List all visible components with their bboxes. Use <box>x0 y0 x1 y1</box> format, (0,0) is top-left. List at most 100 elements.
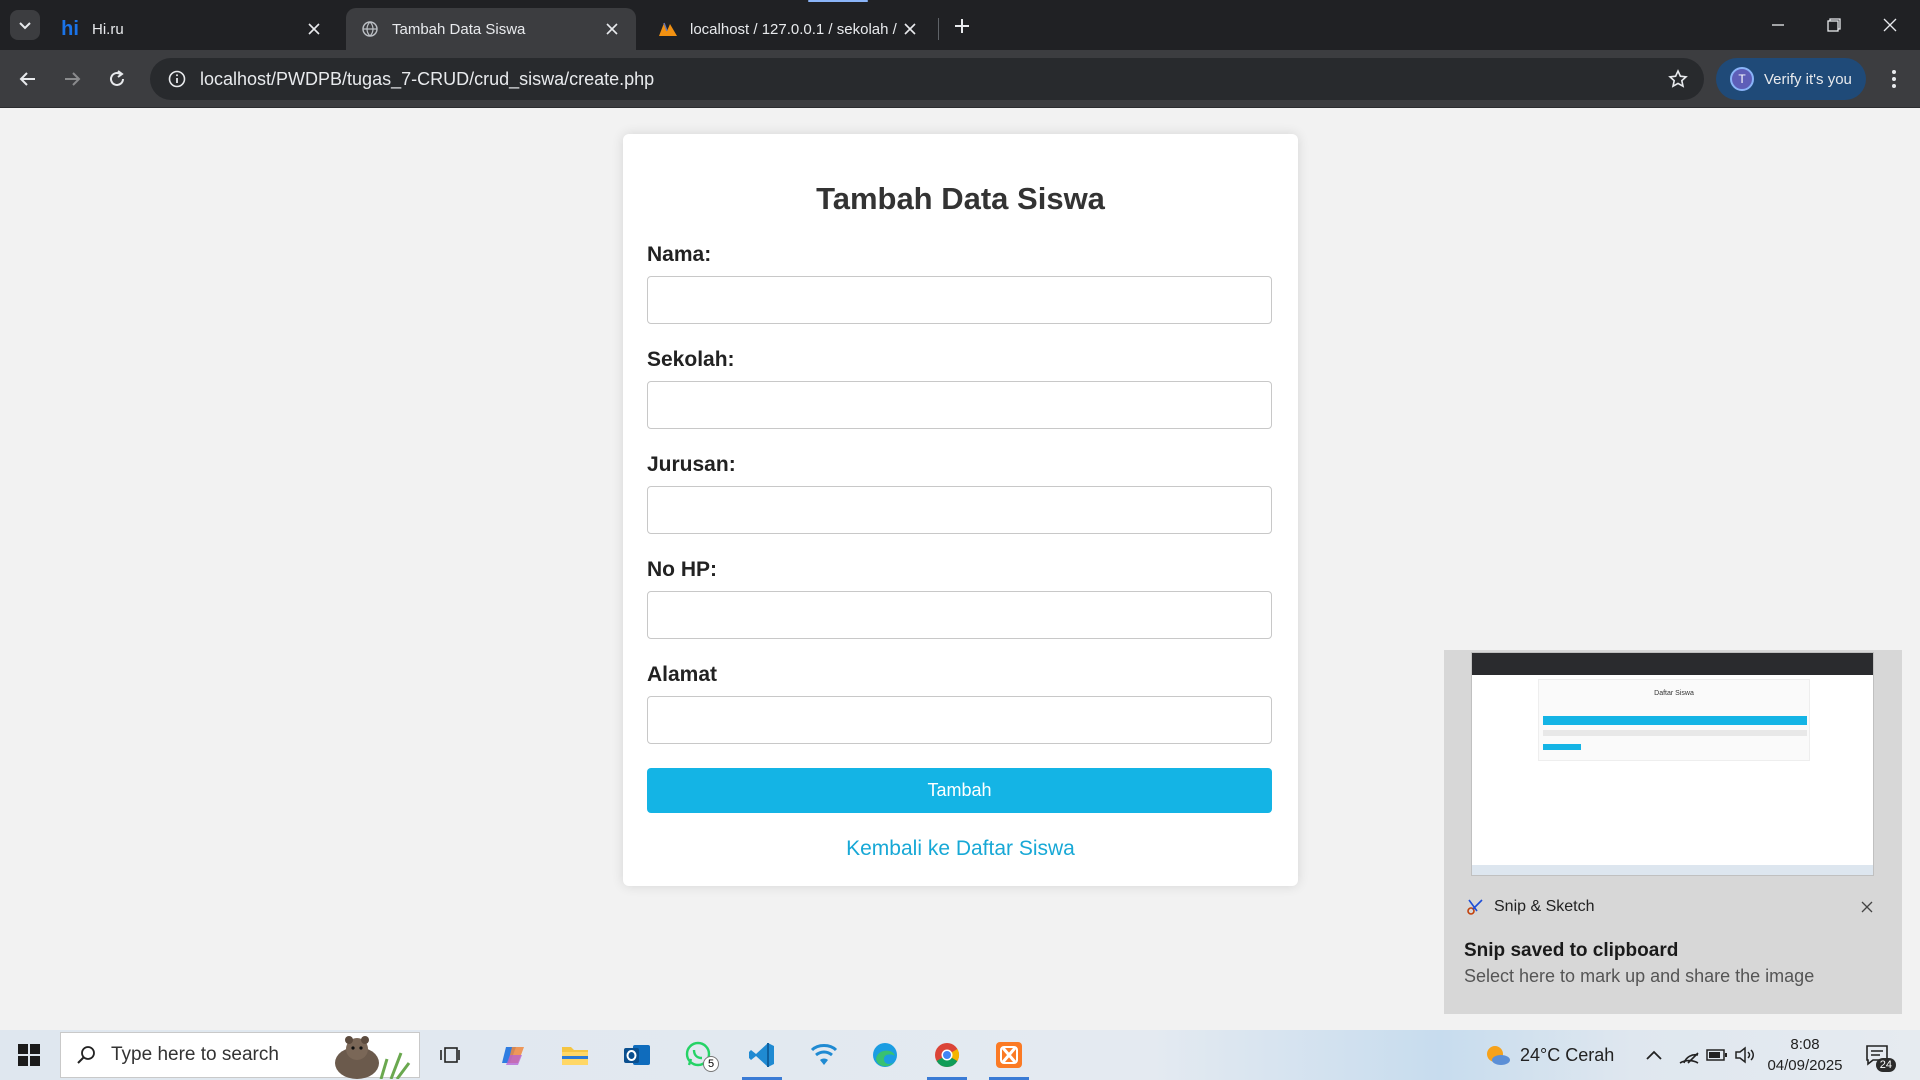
weather-text: 24°C Cerah <box>1520 1044 1615 1065</box>
time-text: 8:08 <box>1790 1036 1820 1053</box>
globe-icon <box>360 19 380 39</box>
clock[interactable]: 8:08 04/09/2025 <box>1760 1034 1850 1076</box>
browser-toolbar: localhost/PWDPB/tugas_7-CRUD/crud_siswa/… <box>0 50 1920 108</box>
tab-tambah-data-siswa[interactable]: Tambah Data Siswa <box>346 8 636 50</box>
url-text[interactable]: localhost/PWDPB/tugas_7-CRUD/crud_siswa/… <box>200 69 654 90</box>
network-button[interactable] <box>1678 1030 1700 1080</box>
speaker-icon <box>1735 1046 1754 1064</box>
tab-hi-ru[interactable]: hi Hi.ru <box>46 8 338 50</box>
new-tab-button[interactable] <box>948 12 976 40</box>
tab-title: Tambah Data Siswa <box>392 20 526 38</box>
close-icon <box>1861 901 1873 913</box>
whatsapp-badge: 5 <box>703 1056 719 1072</box>
browser-menu-button[interactable] <box>1878 63 1910 95</box>
site-info-button[interactable] <box>156 58 198 100</box>
security-button[interactable] <box>796 1030 852 1080</box>
notification-center-button[interactable]: 24 <box>1862 1040 1896 1072</box>
minimize-icon <box>1772 24 1784 26</box>
avatar: T <box>1730 67 1754 91</box>
edge-icon <box>873 1043 897 1067</box>
outlook-icon <box>624 1045 650 1065</box>
reload-icon <box>110 70 124 86</box>
chrome-button[interactable] <box>919 1030 975 1080</box>
vscode-button[interactable] <box>734 1030 790 1080</box>
no-hp-label: No HP: <box>647 558 717 581</box>
thumbnail-title: Daftar Siswa <box>1654 690 1694 697</box>
tab-search-button[interactable] <box>10 10 40 40</box>
edge-button[interactable] <box>857 1030 913 1080</box>
tab-strip: hi Hi.ru Tambah Data Siswa localhost / 1… <box>0 0 1920 50</box>
tab-separator <box>938 18 939 40</box>
alamat-input[interactable] <box>647 696 1272 744</box>
sekolah-input[interactable] <box>647 381 1272 429</box>
no-hp-input[interactable] <box>647 591 1272 639</box>
plus-icon <box>955 19 969 33</box>
search-icon <box>61 1045 111 1065</box>
weather-widget[interactable]: 24°C Cerah <box>1484 1030 1614 1080</box>
volume-button[interactable] <box>1734 1030 1756 1080</box>
search-placeholder: Type here to search <box>111 1044 279 1065</box>
snip-sketch-icon <box>1466 898 1484 916</box>
vscode-icon <box>749 1043 774 1067</box>
windows-logo-icon <box>18 1044 40 1066</box>
thumbnail-table-header <box>1543 716 1807 725</box>
thumbnail-taskbar <box>1472 865 1873 875</box>
shield-icon <box>810 1044 838 1065</box>
toast-app-header: Snip & Sketch <box>1466 898 1595 916</box>
xampp-button[interactable] <box>981 1030 1037 1080</box>
copilot-icon <box>502 1047 524 1065</box>
restore-icon <box>1827 18 1841 32</box>
media-indicator <box>808 0 868 2</box>
profile-verify-button[interactable]: T Verify it's you <box>1716 58 1866 100</box>
task-view-button[interactable] <box>422 1030 478 1080</box>
back-button[interactable] <box>12 63 44 95</box>
address-bar[interactable]: localhost/PWDPB/tugas_7-CRUD/crud_siswa/… <box>150 58 1704 100</box>
minimize-button[interactable] <box>1750 0 1806 50</box>
notification-count: 24 <box>1875 1058 1896 1072</box>
xampp-icon <box>996 1042 1022 1068</box>
chevron-up-icon <box>1646 1050 1662 1060</box>
chevron-down-icon <box>19 22 31 30</box>
snip-notification[interactable]: Daftar Siswa Snip & Sketch Snip saved to… <box>1444 650 1902 1014</box>
tab-phpmyadmin[interactable]: localhost / 127.0.0.1 / sekolah / <box>644 8 934 50</box>
battery-button[interactable] <box>1706 1030 1728 1080</box>
phpmyadmin-icon <box>658 19 678 39</box>
jurusan-input[interactable] <box>647 486 1272 534</box>
bookmark-button[interactable] <box>1666 67 1690 91</box>
thumbnail-browser-bar <box>1472 653 1873 675</box>
tambah-button[interactable]: Tambah <box>647 768 1272 813</box>
toast-body: Select here to mark up and share the ima… <box>1464 966 1815 986</box>
close-icon[interactable] <box>900 19 920 39</box>
restore-button[interactable] <box>1806 0 1862 50</box>
close-icon[interactable] <box>304 19 324 39</box>
battery-icon <box>1706 1049 1727 1061</box>
forward-button[interactable] <box>56 63 88 95</box>
taskbar-search[interactable]: Type here to search <box>60 1032 420 1079</box>
search-highlight-bear-icon <box>335 1036 411 1079</box>
outlook-button[interactable] <box>609 1030 665 1080</box>
tab-title: Hi.ru <box>92 20 124 38</box>
alamat-label: Alamat <box>647 663 718 686</box>
more-vert-icon <box>1892 70 1896 88</box>
task-view-icon <box>440 1047 460 1063</box>
whatsapp-button[interactable]: 5 <box>671 1030 727 1080</box>
close-icon[interactable] <box>602 19 622 39</box>
taskbar: Type here to search 5 24°C Cerah 8:08 04… <box>0 1030 1920 1080</box>
show-hidden-icons-button[interactable] <box>1645 1030 1663 1080</box>
copilot-button[interactable] <box>486 1030 542 1080</box>
arrow-right-icon <box>65 72 81 86</box>
window-close-button[interactable] <box>1862 0 1918 50</box>
toast-close-button[interactable] <box>1856 896 1878 918</box>
jurusan-label: Jurusan: <box>647 453 736 476</box>
star-icon <box>1668 69 1688 88</box>
weather-partly-cloudy-icon <box>1487 1046 1510 1065</box>
back-to-list-link[interactable]: Kembali ke Daftar Siswa <box>623 837 1298 861</box>
tab-title: localhost / 127.0.0.1 / sekolah / <box>690 20 897 38</box>
reload-button[interactable] <box>101 63 133 95</box>
start-button[interactable] <box>0 1030 58 1080</box>
snip-thumbnail[interactable]: Daftar Siswa <box>1471 652 1874 876</box>
file-explorer-button[interactable] <box>547 1030 603 1080</box>
arrow-left-icon <box>19 72 35 86</box>
nama-input[interactable] <box>647 276 1272 324</box>
thumbnail-card: Daftar Siswa <box>1538 679 1810 761</box>
